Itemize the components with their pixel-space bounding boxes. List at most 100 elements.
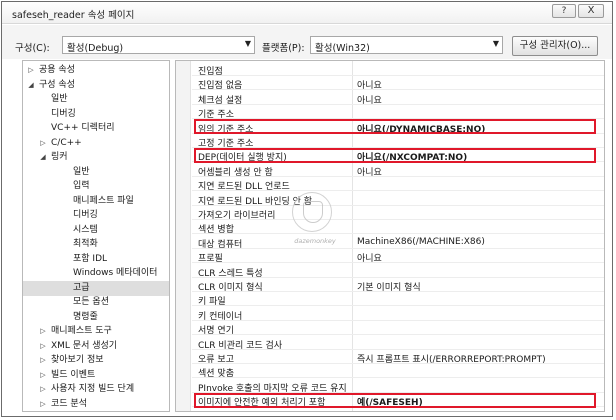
help-button[interactable]: ? (552, 4, 576, 18)
property-value[interactable]: 아니요 (357, 78, 382, 91)
property-row[interactable]: CLR 비관리 코드 검사 (192, 336, 604, 351)
highlight-box (194, 119, 596, 135)
tree-item-label: 디버깅 (51, 108, 76, 119)
property-name: 오류 보고 (198, 355, 234, 365)
property-row[interactable]: 어셈블리 생성 안 함 아니요 (192, 163, 604, 178)
property-name: 지연 로드된 DLL 언로드 (198, 182, 290, 193)
property-row[interactable]: 섹션 병합 (192, 220, 604, 235)
property-row[interactable]: 지연 로드된 DLL 언로드 (192, 177, 604, 193)
property-pages-window: safeseh_reader 속성 페이지 ? X 구성(C): 활성(Debu… (1, 1, 613, 417)
watermark-logo: dazemonkey (292, 192, 336, 245)
tree-collapse-icon[interactable]: ◢ (27, 78, 35, 93)
property-name: 키 파일 (198, 297, 226, 308)
property-name: CLR 스레드 특성 (198, 268, 263, 279)
tree-item[interactable]: ▷ 찾아보기 정보 (23, 353, 169, 368)
tree-expand-icon[interactable]: ▷ (39, 136, 47, 151)
tree-item-label: 사용자 지정 빌드 단계 (51, 384, 135, 394)
tree-item-label: 입력 (73, 181, 90, 191)
tree-item[interactable]: ▷ 빌드 이벤트 (23, 368, 169, 383)
property-name: 어셈블리 생성 안 함 (198, 167, 273, 178)
configuration-dropdown[interactable]: 활성(Debug) ▼ (62, 36, 255, 54)
tree-item[interactable]: 디버깅 (23, 208, 169, 223)
platform-value: 활성(Win32) (315, 43, 370, 54)
tree-item-label: 빌드 이벤트 (51, 369, 96, 380)
property-name: 섹션 맞춤 (198, 369, 234, 380)
tree-item-label: 고급 (73, 282, 90, 293)
tree-item-label: 매니페스트 파일 (73, 195, 134, 206)
tree-expand-icon[interactable]: ▷ (39, 339, 47, 354)
tree-item[interactable]: 명령줄 (23, 310, 169, 325)
property-value[interactable]: 즉시 프롬프트 표시(/ERRORREPORT:PROMPT) (357, 352, 546, 365)
tree-item[interactable]: ▷ 코드 분석 (23, 397, 169, 412)
tree-item-label: 시스템 (73, 224, 98, 235)
tree-item[interactable]: ◢ 링커 (23, 150, 169, 165)
tree-item[interactable]: 최적화 (23, 237, 169, 252)
tree-expand-icon[interactable]: ▷ (39, 324, 47, 339)
tree-expand-icon[interactable]: ▷ (39, 382, 47, 397)
tree-item[interactable]: ▷ 매니페스트 도구 (23, 324, 169, 339)
property-name: 진입점 (198, 67, 223, 77)
tree-expand-icon[interactable]: ▷ (39, 353, 47, 368)
configuration-toolbar: 구성(C): 활성(Debug) ▼ 플랫폼(P): 활성(Win32) ▼ 구… (2, 25, 612, 59)
tree-expand-icon[interactable]: ▷ (39, 368, 47, 383)
tree-item[interactable]: ▷ 공용 속성 (23, 63, 169, 78)
property-value[interactable]: 기본 이미지 형식 (357, 280, 421, 293)
tree-item-label: 최적화 (73, 239, 98, 249)
tree-item[interactable]: 입력 (23, 179, 169, 194)
tree-item-label: Windows 메타데이터 (73, 268, 158, 278)
tree-item-label: C/C++ (51, 137, 82, 148)
tree-item[interactable]: 일반 (23, 92, 169, 107)
tree-item[interactable]: ▷ XML 문서 생성기 (23, 339, 169, 354)
tree-item[interactable]: ▷ C/C++ (23, 136, 169, 151)
property-row[interactable]: 키 파일 (192, 292, 604, 308)
tree-item[interactable]: VC++ 디렉터리 (23, 121, 169, 136)
property-row[interactable]: PInvoke 호출의 마지막 오류 코드 유지 (192, 379, 604, 394)
tree-item[interactable]: 디버깅 (23, 107, 169, 122)
property-value[interactable]: 아니요 (357, 93, 382, 106)
property-name: 가져오기 라이브러리 (198, 211, 276, 221)
property-row[interactable]: 서명 연기 (192, 321, 604, 336)
monkey-icon (303, 201, 323, 223)
platform-dropdown[interactable]: 활성(Win32) ▼ (310, 36, 503, 54)
watermark-text: dazemonkey (294, 237, 336, 245)
tree-item[interactable]: 모든 옵션 (23, 295, 169, 310)
property-name: 키 컨테이너 (198, 311, 243, 322)
tree-item[interactable]: ◢ 구성 속성 (23, 78, 169, 93)
property-row[interactable]: 섹션 맞춤 (192, 364, 604, 380)
property-row[interactable]: 가져오기 라이브러리 (192, 206, 604, 221)
chevron-down-icon: ▼ (244, 39, 251, 48)
tree-item[interactable]: 포함 IDL (23, 252, 169, 267)
property-category-tree[interactable]: ▷ 공용 속성 ◢ 구성 속성 일반 디버깅 VC++ 디렉터리 ▷ C/C++ ◢ 링커 일반 입력 매… (22, 60, 170, 412)
property-row[interactable]: 진입점 (192, 62, 604, 77)
tree-item[interactable]: 고급 (23, 280, 169, 296)
configuration-manager-button[interactable]: 구성 관리자(O)... (512, 36, 598, 56)
property-value[interactable]: 아니요 (357, 251, 382, 264)
property-value[interactable]: MachineX86(/MACHINE:X86) (357, 237, 485, 247)
property-row[interactable]: 진입점 없음 아니요 (192, 76, 604, 91)
property-row[interactable]: CLR 이미지 형식 기본 이미지 형식 (192, 278, 604, 293)
tree-item[interactable]: Windows 메타데이터 (23, 266, 169, 281)
property-row[interactable]: 대상 컴퓨터 MachineX86(/MACHINE:X86) (192, 235, 604, 250)
property-row[interactable]: 기준 주소 (192, 105, 604, 120)
tree-item-label: 코드 분석 (51, 398, 87, 409)
property-row[interactable]: 프로필 아니요 (192, 249, 604, 264)
tree-item-label: 링커 (51, 152, 68, 162)
tree-item[interactable]: ▷ 사용자 지정 빌드 단계 (23, 382, 169, 397)
close-button[interactable]: X (578, 4, 604, 18)
tree-expand-icon[interactable]: ▷ (27, 63, 35, 78)
property-row[interactable]: 오류 보고 즉시 프롬프트 표시(/ERRORREPORT:PROMPT) (192, 350, 604, 365)
property-row[interactable]: 체크섬 설정 아니요 (192, 91, 604, 106)
tree-item-label: 모든 옵션 (73, 297, 109, 307)
configuration-label: 구성(C): (15, 43, 50, 54)
tree-item[interactable]: 시스템 (23, 223, 169, 238)
tree-item[interactable]: 일반 (23, 165, 169, 180)
tree-expand-icon[interactable]: ▷ (39, 397, 47, 412)
property-row[interactable]: 고정 기준 주소 (192, 134, 604, 149)
property-row[interactable]: CLR 스레드 특성 (192, 264, 604, 279)
tree-collapse-icon[interactable]: ◢ (39, 150, 47, 165)
property-row[interactable]: 키 컨테이너 (192, 307, 604, 322)
tree-item[interactable]: 매니페스트 파일 (23, 194, 169, 209)
property-value[interactable]: 아니요 (357, 165, 382, 178)
title-bar: safeseh_reader 속성 페이지 ? X (2, 2, 612, 24)
property-row[interactable]: 지연 로드된 DLL 바인딩 안 함 (192, 192, 604, 207)
